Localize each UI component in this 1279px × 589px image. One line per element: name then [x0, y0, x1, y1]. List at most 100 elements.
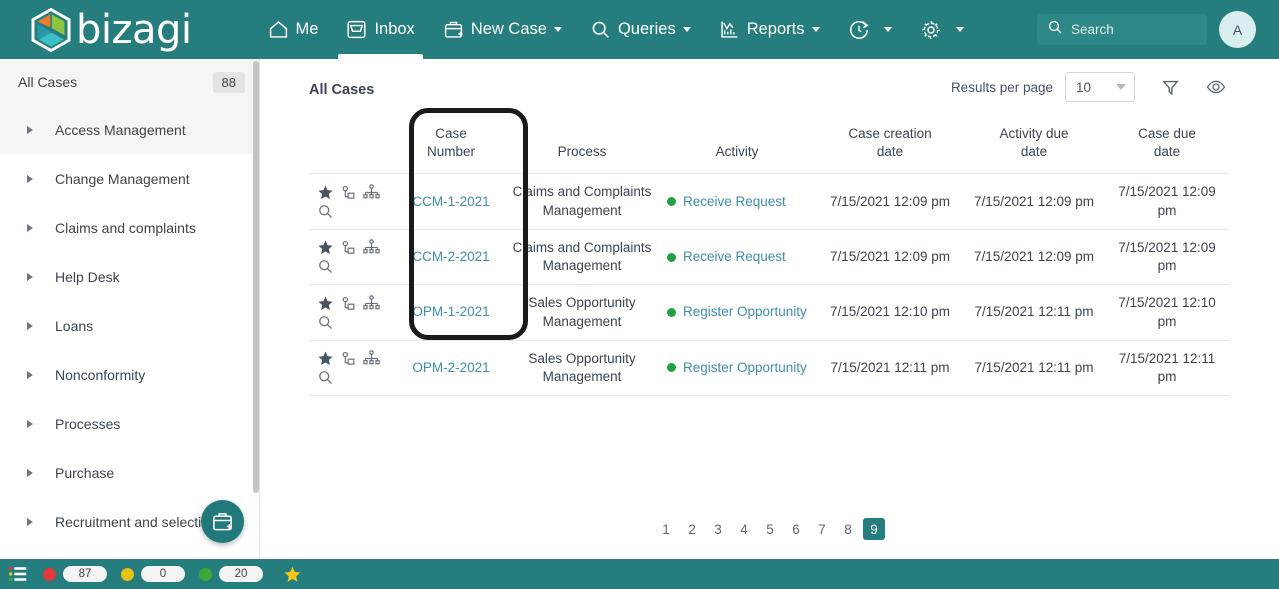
nav-item-stopwatch[interactable]: [834, 0, 906, 59]
pagination-page-5[interactable]: 5: [759, 518, 781, 540]
table-toolbar: Results per page 10: [951, 72, 1226, 102]
pagination-page-9[interactable]: 9: [863, 518, 885, 540]
cell-case-creation-date: 7/15/2021 12:11 pm: [830, 359, 950, 375]
brand-name: bizagi: [76, 6, 192, 53]
related-cases-icon[interactable]: [340, 295, 357, 312]
favorites-button[interactable]: [283, 565, 302, 584]
sidebar-item-help-desk[interactable]: Help Desk: [0, 252, 259, 301]
chevron-right-icon: [27, 272, 33, 281]
avatar[interactable]: A: [1219, 11, 1256, 48]
pagination-page-3[interactable]: 3: [707, 518, 729, 540]
sidebar-item-processes[interactable]: Processes: [0, 399, 259, 448]
nav-item-reports[interactable]: Reports: [705, 0, 834, 59]
table-row[interactable]: CCM-1-2021 Claims and Complaints Managemen…: [309, 173, 1229, 229]
eye-visibility-icon: [1206, 80, 1226, 94]
case-number-link[interactable]: CCM-2-2021: [412, 249, 489, 264]
pagination-page-4[interactable]: 4: [733, 518, 755, 540]
column-header-case-creation-date[interactable]: Case creation date: [817, 117, 963, 174]
column-visibility-button[interactable]: [1206, 77, 1226, 97]
nav-item-inbox[interactable]: Inbox: [332, 0, 428, 59]
table-row[interactable]: OPM-1-2021 Sales Opportunity Management Reg…: [309, 284, 1229, 340]
process-diagram-icon[interactable]: [363, 183, 380, 201]
activity-link[interactable]: Register Opportunity: [683, 359, 807, 377]
sidebar-item-purchase[interactable]: Purchase: [0, 448, 259, 497]
gear-icon: [920, 19, 942, 41]
sidebar-item-claims-and-complaints[interactable]: Claims and complaints: [0, 203, 259, 252]
col-line-1: Activity: [715, 144, 759, 160]
sidebar: All Cases 88 Access Management Change Ma…: [0, 59, 260, 559]
table-body: CCM-1-2021 Claims and Complaints Managemen…: [309, 173, 1229, 396]
star-icon[interactable]: [317, 184, 334, 201]
column-header-case-due-date[interactable]: Case due date: [1105, 117, 1229, 174]
pagination-page-7[interactable]: 7: [811, 518, 833, 540]
sidebar-title: All Cases: [18, 74, 78, 90]
column-header-process[interactable]: Process: [507, 117, 657, 174]
filter-button[interactable]: [1161, 78, 1180, 97]
process-diagram-icon[interactable]: [363, 294, 380, 312]
new-case-fab-button[interactable]: [201, 500, 244, 543]
sidebar-item-nonconformity[interactable]: Nonconformity: [0, 350, 259, 399]
sidebar-item-loans[interactable]: Loans: [0, 301, 259, 350]
magnifier-search-icon[interactable]: [317, 369, 334, 386]
magnifier-search-icon[interactable]: [317, 314, 334, 331]
nav-label-me: Me: [295, 20, 319, 38]
nav-item-new-case[interactable]: New Case: [429, 0, 576, 59]
activity-link[interactable]: Receive Request: [683, 248, 786, 266]
sidebar-item-label: Processes: [55, 415, 121, 432]
pagination-page-6[interactable]: 6: [785, 518, 807, 540]
case-number-link[interactable]: CCM-1-2021: [412, 194, 489, 209]
related-cases-icon[interactable]: [340, 239, 357, 256]
process-diagram-icon[interactable]: [363, 239, 380, 256]
list-menu-button[interactable]: [7, 563, 29, 585]
sidebar-item-change-management[interactable]: Change Management: [0, 154, 259, 203]
brand-logo[interactable]: bizagi: [30, 6, 192, 53]
related-cases-icon[interactable]: [340, 350, 357, 367]
global-search[interactable]: Search: [1037, 14, 1207, 45]
status-at-risk[interactable]: 0: [121, 566, 185, 582]
chevron-right-icon: [27, 370, 33, 379]
chevron-right-icon: [27, 174, 33, 183]
cell-activity: Receive Request: [657, 174, 817, 229]
chevron-down-icon: [682, 27, 691, 32]
at-risk-count: 0: [141, 566, 185, 582]
pagination-page-8[interactable]: 8: [837, 518, 859, 540]
main-content: All Cases Results per page 10 Case Numbe…: [261, 59, 1279, 559]
nav-item-me[interactable]: Me: [254, 0, 333, 59]
table-row[interactable]: CCM-2-2021 Claims and Complaints Managemen…: [309, 229, 1229, 284]
sidebar-header[interactable]: All Cases 88: [0, 59, 259, 105]
star-icon[interactable]: [317, 295, 334, 312]
star-icon[interactable]: [317, 239, 334, 256]
status-overdue[interactable]: 87: [43, 566, 107, 582]
table-row[interactable]: OPM-2-2021 Sales Opportunity Management Reg…: [309, 340, 1229, 396]
chevron-right-icon: [27, 468, 33, 477]
cell-case-due-date: 7/15/2021 12:09 pm: [1118, 184, 1216, 218]
process-diagram-icon[interactable]: [363, 350, 380, 367]
chevron-right-icon: [27, 125, 33, 134]
case-number-link[interactable]: OPM-1-2021: [412, 304, 489, 319]
magnifier-search-icon[interactable]: [317, 258, 334, 275]
activity-link[interactable]: Register Opportunity: [683, 303, 807, 321]
col-line-1: Case due: [1138, 126, 1196, 141]
process-line-1: Sales Opportunity: [528, 295, 636, 311]
col-line-2: Number: [426, 144, 475, 160]
cell-case-due-date: 7/15/2021 12:11 pm: [1118, 350, 1216, 384]
column-header-activity[interactable]: Activity: [657, 117, 817, 174]
sidebar-scrollbar[interactable]: [253, 61, 259, 493]
cell-case-number: OPM-2-2021: [395, 340, 507, 395]
related-cases-icon[interactable]: [340, 184, 357, 201]
results-per-page-select[interactable]: 10: [1065, 72, 1135, 102]
magnifier-search-icon[interactable]: [317, 203, 334, 220]
pagination-page-2[interactable]: 2: [681, 518, 703, 540]
case-number-link[interactable]: OPM-2-2021: [412, 360, 489, 375]
column-header-activity-due-date[interactable]: Activity due date: [963, 117, 1105, 174]
status-on-time[interactable]: 20: [199, 566, 263, 582]
star-icon[interactable]: [317, 350, 334, 367]
nav-item-queries[interactable]: Queries: [576, 0, 705, 59]
sidebar-item-access-management[interactable]: Access Management: [0, 105, 259, 154]
cases-table: Case Number Process Activity Case creati…: [309, 117, 1229, 396]
column-header-case-number[interactable]: Case Number: [395, 117, 507, 174]
nav-item-settings[interactable]: [906, 0, 978, 59]
pagination-page-1[interactable]: 1: [655, 518, 677, 540]
cell-activity-due-date: 7/15/2021 12:11 pm: [974, 359, 1094, 375]
activity-link[interactable]: Receive Request: [683, 193, 786, 211]
